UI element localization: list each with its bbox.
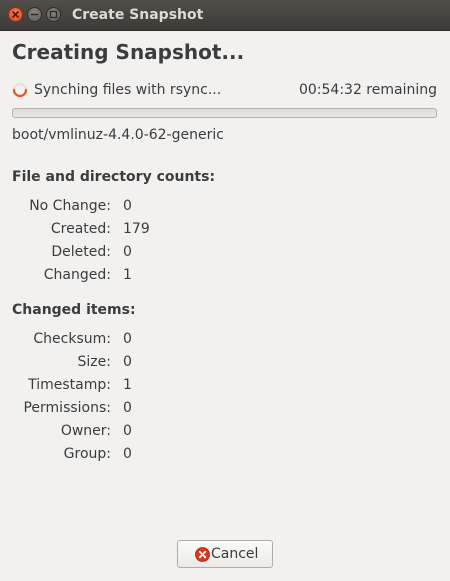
- time-remaining: 00:54:32 remaining: [298, 82, 437, 98]
- changed-label-checksum: Checksum:: [33, 331, 111, 347]
- changed-label-size: Size:: [77, 354, 111, 370]
- changed-value-owner: 0: [123, 423, 132, 439]
- window-close-button[interactable]: [8, 7, 23, 22]
- count-label-changed: Changed:: [43, 267, 111, 283]
- window-maximize-button[interactable]: [46, 7, 61, 22]
- changed-value-permissions: 0: [123, 400, 132, 416]
- window-minimize-button[interactable]: [27, 7, 42, 22]
- count-label-deleted: Deleted:: [51, 244, 111, 260]
- status-text: Synching files with rsync...: [34, 82, 222, 98]
- changed-value-checksum: 0: [123, 331, 132, 347]
- cancel-button[interactable]: Cancel: [177, 540, 273, 568]
- changed-label-group: Group:: [63, 446, 111, 462]
- page-title: Creating Snapshot...: [12, 40, 245, 64]
- changed-value-timestamp: 1: [123, 377, 132, 393]
- window-title: Create Snapshot: [72, 7, 204, 23]
- count-label-created: Created:: [50, 221, 111, 237]
- changed-label-timestamp: Timestamp:: [28, 377, 111, 393]
- changed-label-permissions: Permissions:: [23, 400, 111, 416]
- progress-bar: [12, 108, 437, 118]
- close-icon: [12, 11, 19, 18]
- changed-value-group: 0: [123, 446, 132, 462]
- count-label-no-change: No Change:: [29, 198, 111, 214]
- changed-section-title: Changed items:: [12, 302, 136, 318]
- minimize-icon: [30, 13, 39, 16]
- counts-section-title: File and directory counts:: [12, 169, 216, 185]
- spinner-icon: [12, 82, 28, 98]
- count-value-no-change: 0: [123, 198, 132, 214]
- count-value-deleted: 0: [123, 244, 132, 260]
- changed-label-owner: Owner:: [60, 423, 111, 439]
- count-value-changed: 1: [123, 267, 132, 283]
- changed-value-size: 0: [123, 354, 132, 370]
- cancel-icon: [195, 547, 210, 562]
- count-value-created: 179: [123, 221, 150, 237]
- maximize-icon: [49, 10, 58, 19]
- title-bar: Create Snapshot: [0, 0, 450, 31]
- current-file-path: boot/vmlinuz-4.4.0-62-generic: [12, 127, 224, 143]
- cancel-button-label: Cancel: [211, 546, 259, 562]
